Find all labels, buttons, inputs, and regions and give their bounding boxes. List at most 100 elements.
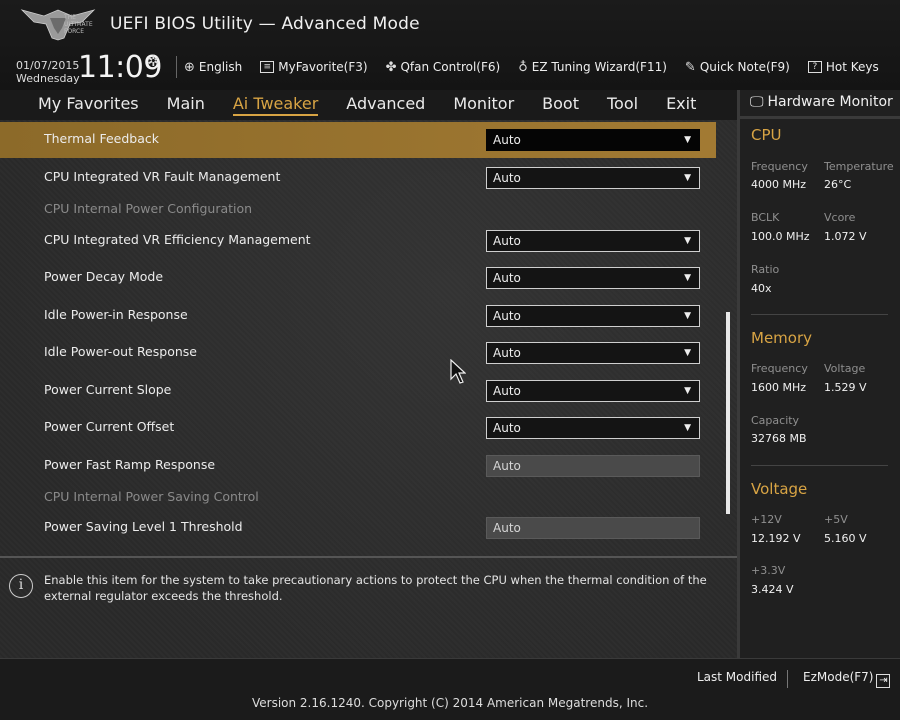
footer-separator [787,670,788,688]
voltage-heading: Voltage [751,480,808,498]
v33-value: 3.424 V [751,583,794,596]
setting-row-vr-efficiency[interactable]: CPU Integrated VR Efficiency Management … [0,223,716,259]
v5-value: 5.160 V [824,532,867,545]
tab-monitor[interactable]: Monitor [453,94,514,116]
date: 01/07/2015 [16,59,80,72]
divider [176,56,177,78]
setting-label: Power Current Slope [44,382,172,397]
bclk-value: 100.0 MHz [751,230,810,243]
ratio-value: 40x [751,282,772,295]
ez-tuning-button[interactable]: ♁ EZ Tuning Wizard(F11) [518,60,667,75]
dropdown-value: Auto [493,346,521,360]
setting-row-vr-fault[interactable]: CPU Integrated VR Fault Management Auto … [0,160,716,196]
idle-power-out-dropdown[interactable]: Auto ▼ [486,342,700,364]
date-block: 01/07/2015 Wednesday [16,59,80,85]
dropdown-arrow-icon: ▼ [684,348,691,358]
ezmode-button[interactable]: EzMode(F7) ⇥ [803,670,891,688]
footer: Last Modified EzMode(F7) ⇥ Version 2.16.1… [0,658,900,720]
setting-row-power-decay[interactable]: Power Decay Mode Auto ▼ [0,260,716,296]
header: THE ULTIMATE FORCE UEFI BIOS Utility — A… [0,0,900,90]
vr-efficiency-dropdown[interactable]: Auto ▼ [486,230,700,252]
vr-fault-dropdown[interactable]: Auto ▼ [486,167,700,189]
section-label: CPU Internal Power Saving Control [44,489,259,504]
tab-tool[interactable]: Tool [607,94,638,116]
setting-label: CPU Integrated VR Efficiency Management [44,232,311,247]
cpu-frequency-label: Frequency [751,160,808,173]
exit-arrow-icon: ⇥ [876,674,891,688]
menu-tabs: My Favorites Main Ai Tweaker Advanced Mo… [38,94,724,116]
setting-row-power-current-slope[interactable]: Power Current Slope Auto ▼ [0,373,716,409]
quick-note-button[interactable]: ✎ Quick Note(F9) [685,60,790,75]
dropdown-value: Auto [493,421,521,435]
myfavorite-icon: ≡ [260,61,275,73]
monitor-icon: 🖵 [750,94,764,110]
power-current-slope-dropdown[interactable]: Auto ▼ [486,380,700,402]
memory-voltage-label: Voltage [824,362,866,375]
hw-divider [751,465,888,466]
hardware-monitor-label: Hardware Monitor [767,94,893,110]
qfan-button[interactable]: ✤ Qfan Control(F6) [386,60,501,75]
setting-row-power-fast-ramp[interactable]: Power Fast Ramp Response Auto [0,448,716,484]
cpu-temperature-label: Temperature [824,160,894,173]
mouse-cursor-icon [450,359,466,384]
ez-tuning-label: EZ Tuning Wizard(F11) [531,60,667,74]
setting-label: Power Current Offset [44,419,175,434]
toolbar: ⊕ English ≡ MyFavorite(F3) ✤ Qfan Contro… [184,57,897,77]
tab-advanced[interactable]: Advanced [346,94,425,116]
dropdown-value: Auto [493,309,521,323]
menu-bar: My Favorites Main Ai Tweaker Advanced Mo… [0,90,737,120]
memory-frequency-label: Frequency [751,362,808,375]
language-button[interactable]: ⊕ English [184,60,242,75]
dropdown-value: Auto [493,384,521,398]
setting-row-thermal-feedback[interactable]: Thermal Feedback Auto ▼ [0,122,716,158]
cpu-heading: CPU [751,126,782,144]
power-decay-dropdown[interactable]: Auto ▼ [486,267,700,289]
weekday: Wednesday [16,72,80,85]
quick-note-label: Quick Note(F9) [699,60,790,74]
tab-boot[interactable]: Boot [542,94,579,116]
hot-keys-button[interactable]: ? Hot Keys [807,60,879,74]
capacity-value: 32768 MB [751,432,807,445]
setting-row-power-saving-level1[interactable]: Power Saving Level 1 Threshold Auto [0,510,716,546]
dropdown-value: Auto [493,133,521,147]
last-modified-button[interactable]: Last Modified [697,670,777,684]
note-icon: ✎ [684,59,696,75]
help-panel: i Enable this item for the system to tak… [0,558,737,658]
myfavorite-button[interactable]: ≡ MyFavorite(F3) [260,60,368,74]
v33-label: +3.3V [751,564,786,577]
dropdown-value: Auto [493,271,521,285]
input-value: Auto [493,459,521,473]
setting-row-idle-power-out[interactable]: Idle Power-out Response Auto ▼ [0,335,716,371]
setting-row-idle-power-in[interactable]: Idle Power-in Response Auto ▼ [0,298,716,334]
tab-my-favorites[interactable]: My Favorites [38,94,139,116]
globe-icon: ⊕ [184,59,195,75]
gear-icon[interactable]: ✲ [147,52,160,70]
scrollbar[interactable] [726,312,730,514]
setting-label: Power Fast Ramp Response [44,457,216,472]
memory-heading: Memory [751,329,813,347]
info-icon: i [9,574,33,598]
dropdown-arrow-icon: ▼ [684,423,691,433]
setting-label: Idle Power-out Response [44,344,197,359]
tab-main[interactable]: Main [167,94,205,116]
vcore-label: Vcore [824,211,856,224]
power-saving-level1-input[interactable]: Auto [486,517,700,539]
v12-value: 12.192 V [751,532,801,545]
question-icon: ? [807,61,822,73]
power-fast-ramp-input[interactable]: Auto [486,455,700,477]
setting-row-power-current-offset[interactable]: Power Current Offset Auto ▼ [0,410,716,446]
hot-keys-label: Hot Keys [825,60,879,74]
power-current-offset-dropdown[interactable]: Auto ▼ [486,417,700,439]
setting-label: Thermal Feedback [44,131,159,146]
idle-power-in-dropdown[interactable]: Auto ▼ [486,305,700,327]
hw-title-divider [740,116,900,119]
thermal-feedback-dropdown[interactable]: Auto ▼ [486,129,700,151]
help-text: Enable this item for the system to take … [44,573,707,603]
tab-exit[interactable]: Exit [666,94,696,116]
ratio-label: Ratio [751,263,780,276]
setting-label: CPU Integrated VR Fault Management [44,169,281,184]
lightbulb-icon: ♁ [518,59,528,75]
logo-text: THE ULTIMATE FORCE [64,14,93,35]
tab-ai-tweaker[interactable]: Ai Tweaker [232,94,319,116]
dropdown-arrow-icon: ▼ [684,236,691,246]
